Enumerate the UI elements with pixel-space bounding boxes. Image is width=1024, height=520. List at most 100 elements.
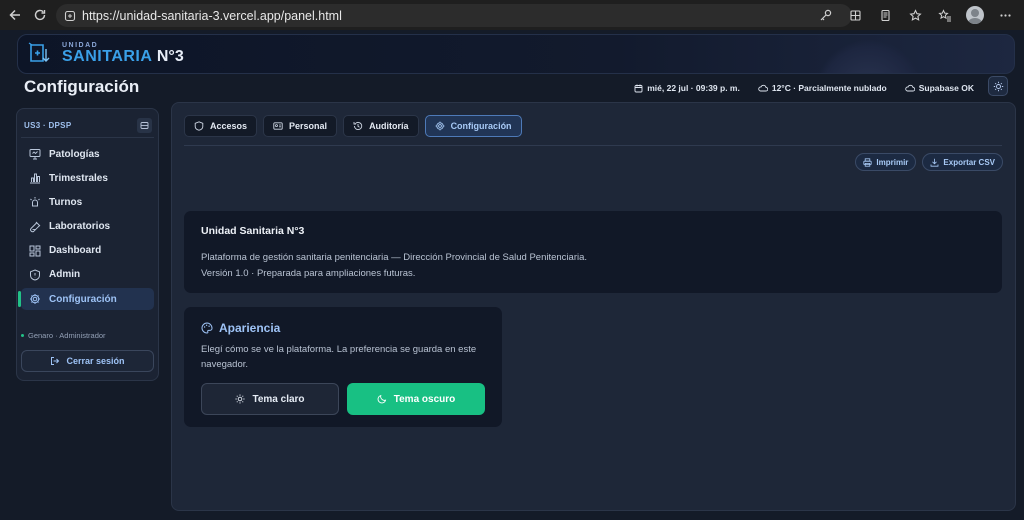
appearance-title-text: Apariencia bbox=[219, 321, 281, 335]
status-bar: mié, 22 jul · 09:39 p. m. 12°C · Parcial… bbox=[634, 83, 974, 93]
weather-status: 12°C · Parcialmente nublado bbox=[758, 83, 887, 93]
date-status: mié, 22 jul · 09:39 p. m. bbox=[634, 83, 740, 93]
weather-text: 12°C · Parcialmente nublado bbox=[771, 83, 887, 93]
star-icon[interactable] bbox=[904, 4, 926, 26]
header-banner: UNIDAD SANITARIA N°3 bbox=[17, 34, 1015, 74]
site-info-icon[interactable] bbox=[64, 10, 76, 22]
logo-icon bbox=[28, 41, 54, 65]
address-bar[interactable]: https://unidad-sanitaria-3.vercel.app/pa… bbox=[56, 4, 852, 27]
sidebar-item-label: Patologías bbox=[49, 148, 100, 160]
sidebar-item-admin[interactable]: Admin bbox=[21, 264, 154, 286]
current-user: Genaro · Administrador bbox=[21, 331, 106, 340]
light-theme-button[interactable]: Tema claro bbox=[201, 383, 339, 415]
print-button[interactable]: Imprimir bbox=[855, 153, 917, 171]
sidebar-item-label: Admin bbox=[49, 269, 81, 281]
dark-theme-button[interactable]: Tema oscuro bbox=[347, 383, 485, 415]
moon-icon bbox=[377, 394, 387, 404]
tab-personal[interactable]: Personal bbox=[263, 115, 338, 137]
logo[interactable]: UNIDAD SANITARIA N°3 bbox=[28, 41, 184, 65]
sun-icon bbox=[993, 81, 1004, 92]
sidebar: US3 · DPSP Patologías Trimestrales Turno… bbox=[16, 108, 159, 381]
back-icon[interactable] bbox=[2, 2, 28, 28]
db-status: Supabase OK bbox=[905, 83, 974, 93]
sun-icon bbox=[235, 394, 245, 404]
tab-label: Auditoría bbox=[369, 121, 409, 131]
id-card-icon bbox=[273, 121, 283, 131]
app-root: UNIDAD SANITARIA N°3 Configuración mié, … bbox=[0, 30, 1024, 520]
reading-mode-icon[interactable] bbox=[874, 4, 896, 26]
sidebar-item-trimestrales[interactable]: Trimestrales bbox=[21, 167, 154, 189]
dark-theme-label: Tema oscuro bbox=[393, 393, 456, 405]
gear-icon bbox=[435, 121, 445, 131]
tab-label: Configuración bbox=[450, 121, 512, 131]
logout-label: Cerrar sesión bbox=[66, 356, 125, 366]
action-buttons: Imprimir Exportar CSV bbox=[855, 153, 1003, 171]
sidebar-item-label: Dashboard bbox=[49, 245, 102, 257]
shield-icon bbox=[194, 121, 204, 131]
url-text: https://unidad-sanitaria-3.vercel.app/pa… bbox=[82, 8, 342, 23]
export-label: Exportar CSV bbox=[943, 157, 995, 167]
date-text: mié, 22 jul · 09:39 p. m. bbox=[647, 83, 740, 93]
tab-auditoria[interactable]: Auditoría bbox=[343, 115, 419, 137]
favorites-icon[interactable] bbox=[934, 4, 956, 26]
history-icon bbox=[353, 121, 363, 131]
db-status-text: Supabase OK bbox=[918, 83, 974, 93]
monitor-icon bbox=[29, 148, 41, 160]
reload-icon[interactable] bbox=[27, 2, 53, 28]
appearance-card: Apariencia Elegí cómo se ve la plataform… bbox=[184, 307, 502, 427]
theme-toggle-button[interactable] bbox=[988, 76, 1008, 96]
sidebar-item-label: Trimestrales bbox=[49, 172, 108, 184]
gear-icon bbox=[29, 293, 41, 305]
sidebar-item-turnos[interactable]: Turnos bbox=[21, 191, 154, 213]
info-version: Versión 1.0 · Preparada para ampliacione… bbox=[201, 268, 416, 279]
current-user-text: Genaro · Administrador bbox=[28, 331, 106, 340]
export-csv-button[interactable]: Exportar CSV bbox=[922, 153, 1003, 171]
sidebar-item-patologias[interactable]: Patologías bbox=[21, 143, 154, 165]
tabs: Accesos Personal Auditoría Configuración bbox=[184, 115, 522, 137]
appearance-description: Elegí cómo se ve la plataforma. La prefe… bbox=[201, 344, 477, 370]
extensions-icon[interactable] bbox=[844, 4, 866, 26]
light-theme-label: Tema claro bbox=[252, 393, 305, 405]
download-icon bbox=[930, 158, 939, 167]
sidebar-item-label: Turnos bbox=[49, 196, 83, 208]
printer-icon bbox=[863, 157, 873, 167]
profile-avatar[interactable] bbox=[964, 4, 986, 26]
logout-button[interactable]: Cerrar sesión bbox=[21, 350, 154, 372]
more-icon[interactable] bbox=[994, 4, 1016, 26]
sidebar-item-laboratorios[interactable]: Laboratorios bbox=[21, 216, 154, 238]
sidebar-item-configuracion[interactable]: Configuración bbox=[18, 288, 154, 311]
tab-label: Accesos bbox=[210, 121, 248, 131]
sidebar-item-label: Configuración bbox=[49, 293, 117, 305]
flask-icon bbox=[29, 221, 41, 233]
sidebar-item-dashboard[interactable]: Dashboard bbox=[21, 240, 154, 262]
tab-label: Personal bbox=[289, 121, 328, 131]
palette-icon bbox=[201, 322, 213, 334]
print-label: Imprimir bbox=[876, 157, 909, 167]
page-title: Configuración bbox=[24, 77, 140, 96]
cloud-icon bbox=[758, 84, 768, 92]
sidebar-item-label: Laboratorios bbox=[49, 221, 111, 233]
bar-chart-icon bbox=[29, 172, 41, 184]
browser-toolbar: https://unidad-sanitaria-3.vercel.app/pa… bbox=[0, 0, 1024, 30]
calendar-icon bbox=[634, 84, 643, 93]
tab-configuracion[interactable]: Configuración bbox=[424, 115, 522, 137]
logo-word: SANITARIA bbox=[62, 48, 153, 65]
shield-icon bbox=[29, 269, 41, 281]
key-icon[interactable] bbox=[814, 4, 836, 26]
collapse-icon bbox=[140, 121, 149, 130]
alarm-icon bbox=[29, 196, 41, 208]
logo-number: N°3 bbox=[156, 48, 184, 65]
grid-icon bbox=[29, 245, 41, 257]
appearance-title: Apariencia bbox=[201, 321, 280, 335]
online-status-dot bbox=[21, 334, 24, 337]
sidebar-brand: US3 · DPSP bbox=[24, 120, 72, 130]
logout-icon bbox=[50, 356, 60, 366]
info-card: Unidad Sanitaria N°3 Plataforma de gesti… bbox=[184, 211, 1002, 293]
cloud-icon bbox=[905, 84, 915, 92]
sidebar-collapse-button[interactable] bbox=[137, 117, 152, 133]
info-description: Plataforma de gestión sanitaria penitenc… bbox=[201, 252, 588, 263]
topbar: Configuración mié, 22 jul · 09:39 p. m. … bbox=[0, 74, 1024, 104]
sidebar-nav: Patologías Trimestrales Turnos Laborator… bbox=[18, 143, 154, 312]
main-panel: Accesos Personal Auditoría Configuración… bbox=[171, 102, 1016, 511]
tab-accesos[interactable]: Accesos bbox=[184, 115, 258, 137]
